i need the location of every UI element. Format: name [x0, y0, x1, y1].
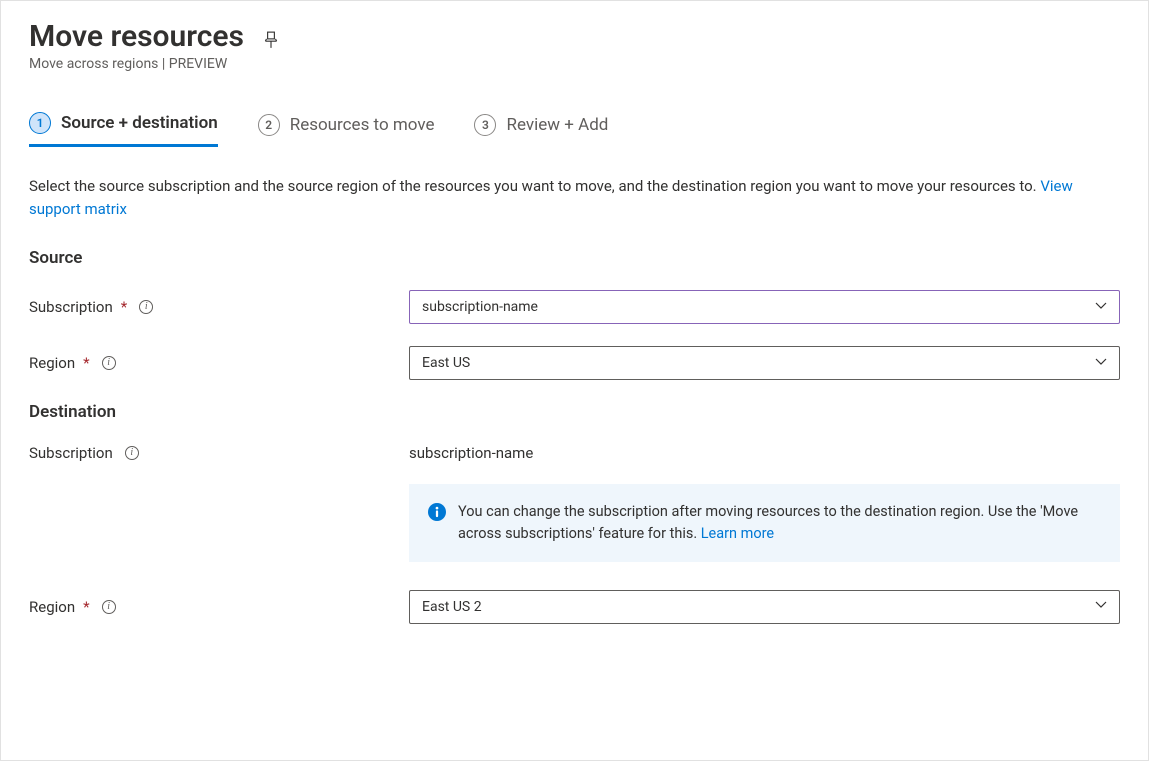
tab-source-destination[interactable]: 1 Source + destination: [29, 112, 218, 147]
pin-icon[interactable]: [262, 31, 280, 49]
select-value: subscription-name: [422, 299, 538, 315]
description-text: Select the source subscription and the s…: [29, 175, 1120, 220]
select-value: East US: [422, 355, 470, 371]
step-number: 3: [474, 114, 496, 136]
page-subtitle: Move across regions | PREVIEW: [29, 56, 1120, 72]
tab-label: Source + destination: [61, 113, 218, 133]
source-region-label: Region * i: [29, 354, 409, 372]
destination-subscription-label: Subscription i: [29, 444, 409, 462]
required-marker: *: [83, 598, 89, 616]
info-icon[interactable]: i: [139, 300, 153, 314]
label-text: Subscription: [29, 298, 113, 316]
destination-region-row: Region * i East US 2: [29, 590, 1120, 624]
label-text: Region: [29, 354, 75, 372]
wizard-tabs: 1 Source + destination 2 Resources to mo…: [29, 112, 1120, 147]
tab-label: Resources to move: [290, 115, 435, 135]
info-badge-icon: [428, 503, 446, 521]
page-title: Move resources: [29, 19, 244, 54]
chevron-down-icon: [1095, 356, 1107, 371]
info-icon[interactable]: i: [125, 446, 139, 460]
tab-resources-to-move[interactable]: 2 Resources to move: [258, 112, 435, 147]
destination-info-box: You can change the subscription after mo…: [409, 484, 1120, 562]
chevron-down-icon: [1095, 300, 1107, 315]
header-row: Move resources: [29, 19, 1120, 54]
label-text: Subscription: [29, 444, 113, 462]
source-region-select[interactable]: East US: [409, 346, 1120, 380]
select-value: East US 2: [422, 599, 482, 615]
chevron-down-icon: [1095, 599, 1107, 614]
destination-section-title: Destination: [29, 402, 1120, 422]
destination-subscription-value: subscription-name: [409, 444, 533, 462]
destination-region-label: Region * i: [29, 598, 409, 616]
learn-more-link[interactable]: Learn more: [701, 525, 774, 542]
tab-label: Review + Add: [506, 115, 608, 135]
info-icon[interactable]: i: [102, 356, 116, 370]
source-subscription-row: Subscription * i subscription-name: [29, 290, 1120, 324]
source-subscription-label: Subscription * i: [29, 298, 409, 316]
info-box-text: You can change the subscription after mo…: [458, 501, 1101, 545]
destination-subscription-row: Subscription i subscription-name: [29, 444, 1120, 462]
page-container: Move resources Move across regions | PRE…: [0, 0, 1149, 761]
tab-review-add[interactable]: 3 Review + Add: [474, 112, 608, 147]
destination-region-select[interactable]: East US 2: [409, 590, 1120, 624]
step-number: 1: [29, 112, 51, 134]
label-text: Region: [29, 598, 75, 616]
source-subscription-select[interactable]: subscription-name: [409, 290, 1120, 324]
info-icon[interactable]: i: [102, 600, 116, 614]
required-marker: *: [83, 354, 89, 372]
source-section-title: Source: [29, 248, 1120, 268]
source-region-row: Region * i East US: [29, 346, 1120, 380]
required-marker: *: [121, 298, 127, 316]
description-body: Select the source subscription and the s…: [29, 177, 1040, 195]
step-number: 2: [258, 114, 280, 136]
